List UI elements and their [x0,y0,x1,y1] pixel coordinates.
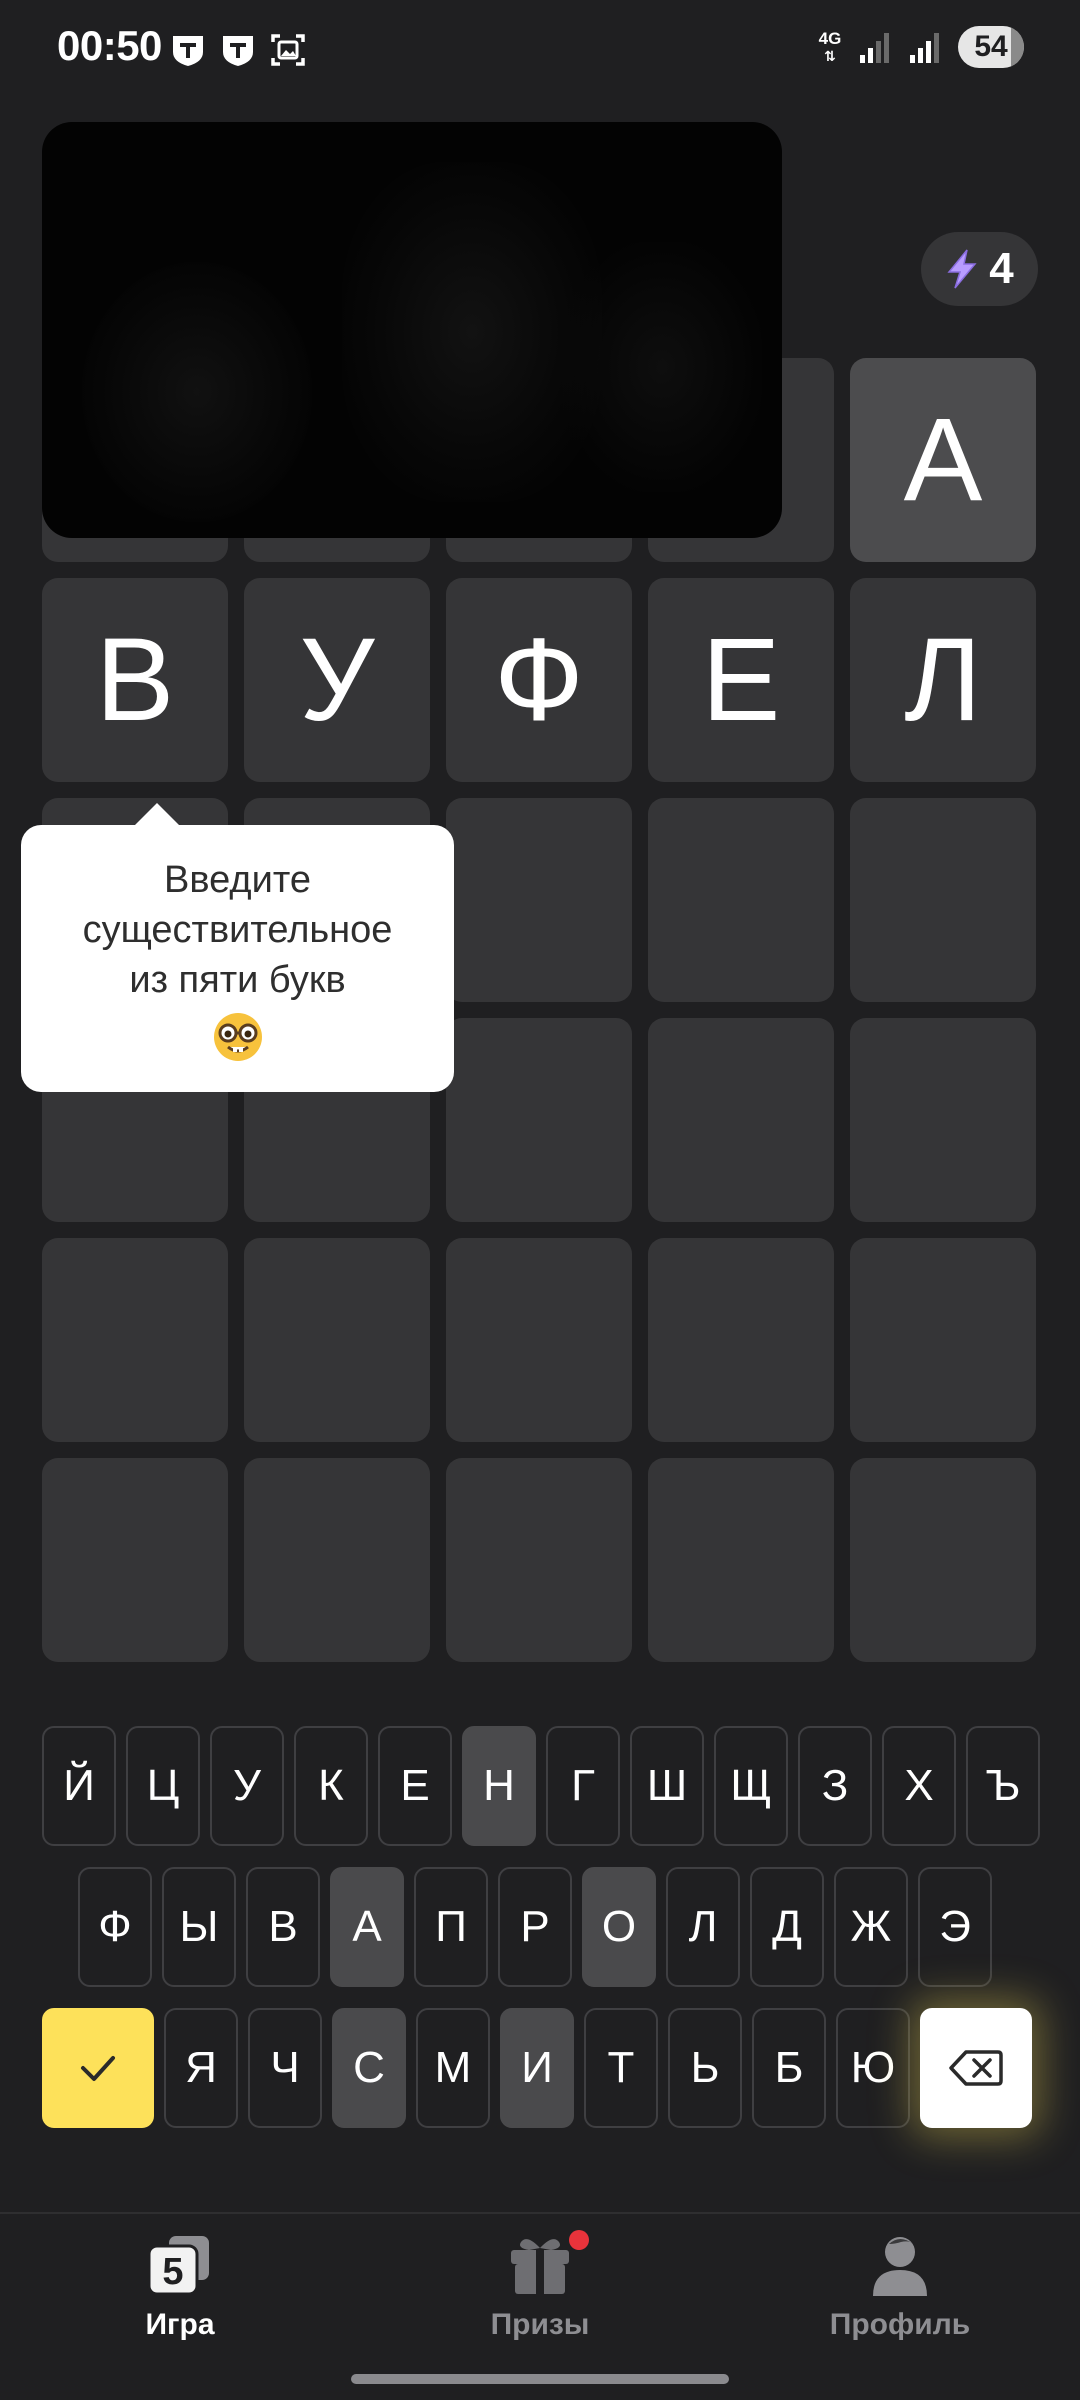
backspace-icon [949,2050,1003,2086]
grid-tile [446,1238,632,1442]
key-row1-9[interactable]: З [798,1726,872,1846]
key-row2-9[interactable]: Ж [834,1867,908,1987]
energy-badge[interactable]: 4 [921,232,1038,306]
game-screen: 00:50 4G ⇅ 54 4 А В У Ф Е Л Введите суще… [0,0,1080,2400]
bottom-navigation: 5 Игра Призы Профиль [0,2212,1080,2400]
prizes-notification-dot [569,2230,589,2250]
hint-tooltip: Введите существительное из пяти букв [21,803,454,1092]
grid-tile [850,1458,1036,1662]
lightning-icon [947,249,977,289]
key-row3-2[interactable]: С [332,2008,406,2128]
key-row2-0[interactable]: Ф [78,1867,152,1987]
tooltip-line-2: существительное [82,909,393,951]
key-row2-1[interactable]: Ы [162,1867,236,1987]
grid-tile [850,1238,1036,1442]
key-row1-6[interactable]: Г [546,1726,620,1846]
nav-profile-label: Профиль [829,2308,971,2341]
battery-indicator: 54 [958,26,1024,68]
video-ad-overlay[interactable] [42,122,782,538]
keyboard-row-2: ФЫВАПРОЛДЖЭ [78,1867,992,1987]
keyboard-row-3-letters: ЯЧСМИТЬБЮ [164,2008,910,2128]
grid-tile [648,1458,834,1662]
key-row1-11[interactable]: Ъ [966,1726,1040,1846]
nav-prizes-label: Призы [490,2308,590,2341]
grid-tile [850,1018,1036,1222]
grid-tile [648,1238,834,1442]
key-row1-1[interactable]: Ц [126,1726,200,1846]
key-row1-10[interactable]: Х [882,1726,956,1846]
key-row2-3[interactable]: А [330,1867,404,1987]
nav-game[interactable]: 5 Игра [60,2234,300,2342]
key-row3-5[interactable]: Т [584,2008,658,2128]
grid-tile [446,1458,632,1662]
signal-icon-2 [910,33,939,63]
key-row3-7[interactable]: Б [752,2008,826,2128]
key-row1-0[interactable]: Й [42,1726,116,1846]
nav-prizes[interactable]: Призы [420,2230,660,2342]
key-row2-10[interactable]: Э [918,1867,992,1987]
grid-tile [42,1458,228,1662]
profile-icon [873,2237,927,2296]
grid-tile [648,1018,834,1222]
key-row1-3[interactable]: К [294,1726,368,1846]
tooltip-line-1: Введите [164,859,311,901]
energy-count: 4 [989,244,1014,293]
svg-text:5: 5 [162,2251,183,2293]
signal-icon [860,33,889,63]
gift-icon [511,2239,569,2294]
grid-tile [244,1238,430,1442]
key-row1-4[interactable]: Е [378,1726,452,1846]
nav-profile[interactable]: Профиль [780,2234,1020,2342]
t-badge-icon [173,36,203,66]
key-row3-4[interactable]: И [500,2008,574,2128]
checkmark-icon [81,2056,115,2081]
grid-tile [446,1018,632,1222]
key-row3-6[interactable]: Ь [668,2008,742,2128]
key-row1-2[interactable]: У [210,1726,284,1846]
key-row2-8[interactable]: Д [750,1867,824,1987]
key-row2-7[interactable]: Л [666,1867,740,1987]
key-row3-1[interactable]: Ч [248,2008,322,2128]
grid-tile [244,1458,430,1662]
keyboard-row-3: ЯЧСМИТЬБЮ [42,2008,1032,2128]
key-row2-6[interactable]: О [582,1867,656,1987]
nerd-face-icon [213,1013,262,1061]
game-icon: 5 [147,2236,209,2296]
notification-icons [170,32,306,68]
key-row2-5[interactable]: Р [498,1867,572,1987]
screenshot-icon [271,34,305,66]
grid-tile: А [850,358,1036,562]
status-time: 00:50 [57,22,162,69]
grid-tile [42,1238,228,1442]
key-row2-2[interactable]: В [246,1867,320,1987]
key-row2-4[interactable]: П [414,1867,488,1987]
t-badge-icon-2 [223,36,253,66]
grid-tile [648,798,834,1002]
system-icons: 4G ⇅ 54 [816,26,1024,68]
grid-tile [446,798,632,1002]
grid-tile [850,798,1036,1002]
grid-tile: У [244,578,430,782]
key-row3-3[interactable]: М [416,2008,490,2128]
nav-game-label: Игра [145,2308,215,2341]
network-type: 4G ⇅ [818,28,842,64]
grid-tile: Ф [446,578,632,782]
key-row1-5[interactable]: Н [462,1726,536,1846]
key-row1-7[interactable]: Ш [630,1726,704,1846]
tooltip-line-3: из пяти букв [129,959,346,1001]
status-bar: 00:50 4G ⇅ 54 [0,0,1080,100]
tooltip-arrow [133,803,181,827]
grid-tile: Е [648,578,834,782]
grid-tile: В [42,578,228,782]
key-row1-8[interactable]: Щ [714,1726,788,1846]
home-indicator[interactable] [351,2374,729,2384]
grid-tile: Л [850,578,1036,782]
key-row3-0[interactable]: Я [164,2008,238,2128]
backspace-key[interactable] [920,2008,1032,2128]
enter-key[interactable] [42,2008,154,2128]
keyboard-row-1: ЙЦУКЕНГШЩЗХЪ [42,1726,1040,1846]
key-row3-8[interactable]: Ю [836,2008,910,2128]
